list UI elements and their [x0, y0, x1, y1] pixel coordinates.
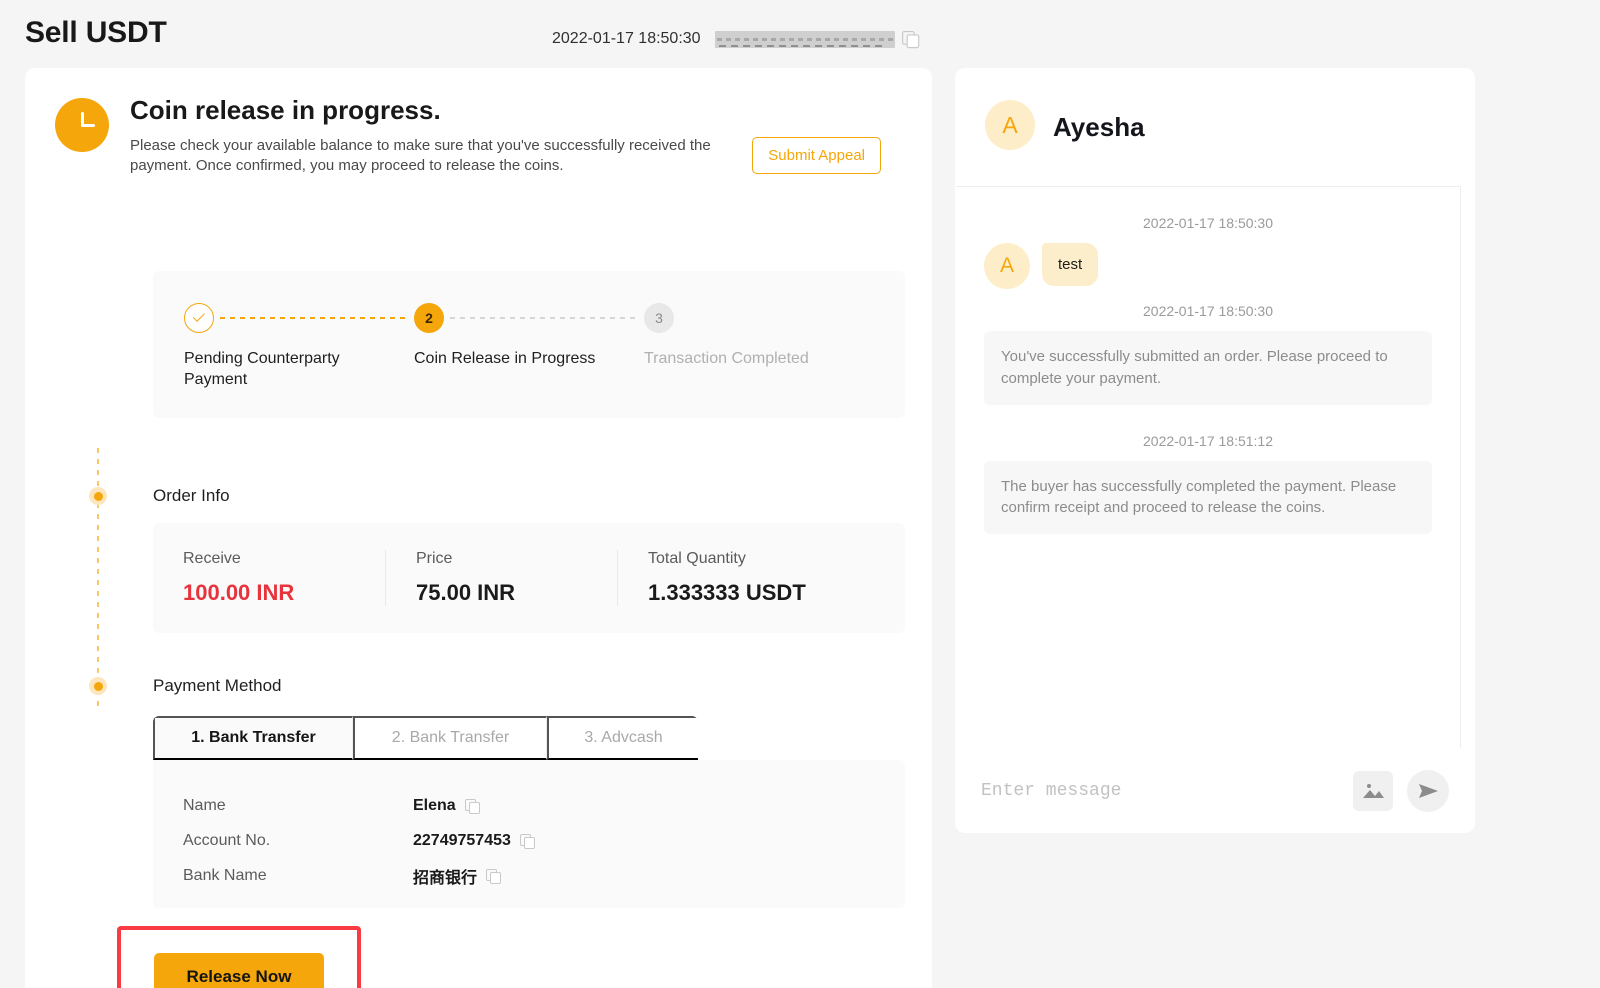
- order-info-cell-price: Price 75.00 INR: [385, 550, 617, 606]
- payment-detail-row: Account No. 22749757453: [183, 823, 905, 858]
- order-id-group: [714, 30, 919, 49]
- message-bubble: test: [1042, 243, 1099, 286]
- chat-panel: A Ayesha 2022-01-17 18:50:30 A test 2022…: [955, 68, 1475, 833]
- copy-icon[interactable]: [464, 798, 480, 814]
- order-info-label-total-quantity: Total Quantity: [648, 550, 746, 567]
- order-info-panel: Receive 100.00 INR Price 75.00 INR Total…: [153, 523, 905, 633]
- order-info-cell-total-quantity: Total Quantity 1.333333 USDT: [617, 550, 877, 606]
- payment-detail-text-name: Elena: [413, 796, 456, 814]
- payment-detail-key-bank-name: Bank Name: [183, 866, 267, 884]
- status-description: Please check your available balance to m…: [130, 137, 711, 175]
- stepper-label-1: Pending Counterparty Payment: [184, 350, 340, 388]
- stepper-track: 2 3: [184, 303, 885, 333]
- timeline-dot-order-info: [89, 487, 107, 505]
- order-info-label-receive: Receive: [183, 550, 241, 567]
- order-timestamp: 2022-01-17 18:50:30: [552, 30, 701, 47]
- order-info-label-price: Price: [416, 550, 453, 567]
- stepper-dot-2: 2: [414, 303, 444, 333]
- submit-appeal-button[interactable]: Submit Appeal: [752, 137, 881, 174]
- message-timestamp: 2022-01-17 18:50:30: [1143, 215, 1273, 231]
- message-timestamp: 2022-01-17 18:50:30: [1143, 303, 1273, 319]
- chat-message-input[interactable]: [981, 780, 1353, 801]
- stepper-connector-1: [220, 317, 410, 319]
- check-icon: [192, 309, 205, 322]
- tab-advcash-3[interactable]: 3. Advcash: [547, 716, 698, 760]
- page-header: Sell USDT 2022-01-17 18:50:30: [0, 0, 1600, 66]
- status-title: Coin release in progress.: [130, 95, 441, 125]
- payment-detail-key-name: Name: [183, 796, 226, 814]
- order-info-cell-receive: Receive 100.00 INR: [153, 550, 385, 606]
- copy-icon[interactable]: [486, 868, 502, 884]
- order-info-value-receive: 100.00 INR: [183, 580, 295, 605]
- payment-method-tabs: 1. Bank Transfer 2. Bank Transfer 3. Adv…: [153, 716, 698, 760]
- timeline-dot-payment-method: [89, 677, 107, 695]
- order-id-redacted: [714, 30, 895, 48]
- order-detail-page: Sell USDT 2022-01-17 18:50:30 Coin relea…: [0, 0, 1600, 988]
- payment-detail-value-account-no: 22749757453: [413, 831, 535, 850]
- chat-header: A Ayesha: [955, 68, 1475, 186]
- system-message-bubble: The buyer has successfully completed the…: [984, 460, 1432, 534]
- system-message-bubble: You've successfully submitted an order. …: [984, 331, 1432, 405]
- payment-detail-text-account-no: 22749757453: [413, 831, 511, 849]
- payment-detail-value-bank-name: 招商银行: [413, 864, 502, 888]
- message-timestamp: 2022-01-17 18:51:12: [1143, 432, 1273, 449]
- release-now-button[interactable]: Release Now: [154, 953, 324, 988]
- send-message-button[interactable]: [1407, 769, 1449, 812]
- tab-bank-transfer-2[interactable]: 2. Bank Transfer: [353, 716, 547, 760]
- chat-input-area: [955, 748, 1475, 833]
- tab-bank-transfer-1[interactable]: 1. Bank Transfer: [153, 716, 353, 760]
- stepper-dot-3: 3: [644, 303, 674, 333]
- stepper-label-3: Transaction Completed: [644, 350, 809, 367]
- avatar: A: [984, 243, 1030, 289]
- chat-counterparty-name: Ayesha: [1053, 112, 1145, 142]
- chat-message-list[interactable]: 2022-01-17 18:50:30 A test 2022-01-17 18…: [956, 186, 1461, 748]
- order-stepper: 2 3 Pending Counterparty Payment Coin Re…: [153, 271, 905, 418]
- stepper-connector-2: [450, 317, 640, 319]
- payment-detail-text-bank-name: 招商银行: [413, 869, 478, 887]
- copy-icon[interactable]: [519, 833, 535, 849]
- order-info-heading: Order Info: [153, 486, 230, 505]
- payment-method-heading: Payment Method: [153, 676, 282, 695]
- send-icon: [1419, 783, 1438, 798]
- stepper-dot-1: [184, 303, 214, 333]
- payment-detail-key-account-no: Account No.: [183, 831, 271, 849]
- order-info-value-price: 75.00 INR: [416, 580, 516, 605]
- order-info-value-total-quantity: 1.333333 USDT: [648, 580, 806, 605]
- payment-detail-row: Bank Name 招商银行: [183, 858, 905, 893]
- image-upload-button[interactable]: [1353, 770, 1393, 811]
- order-main-card: Coin release in progress. Please check y…: [25, 68, 932, 988]
- page-title: Sell USDT: [25, 16, 167, 49]
- avatar: A: [985, 100, 1035, 150]
- clock-icon: [55, 98, 109, 152]
- payment-detail-value-name: Elena: [413, 796, 480, 815]
- stepper-label-2: Coin Release in Progress: [414, 350, 596, 367]
- payment-method-details: Name Elena Account No. 22749757453 Bank …: [153, 760, 905, 908]
- payment-detail-row: Name Elena: [183, 788, 905, 823]
- chat-message-user: A test: [984, 243, 1432, 289]
- image-icon: [1363, 783, 1384, 798]
- header-meta: 2022-01-17 18:50:30: [552, 30, 919, 49]
- copy-icon[interactable]: [901, 30, 919, 49]
